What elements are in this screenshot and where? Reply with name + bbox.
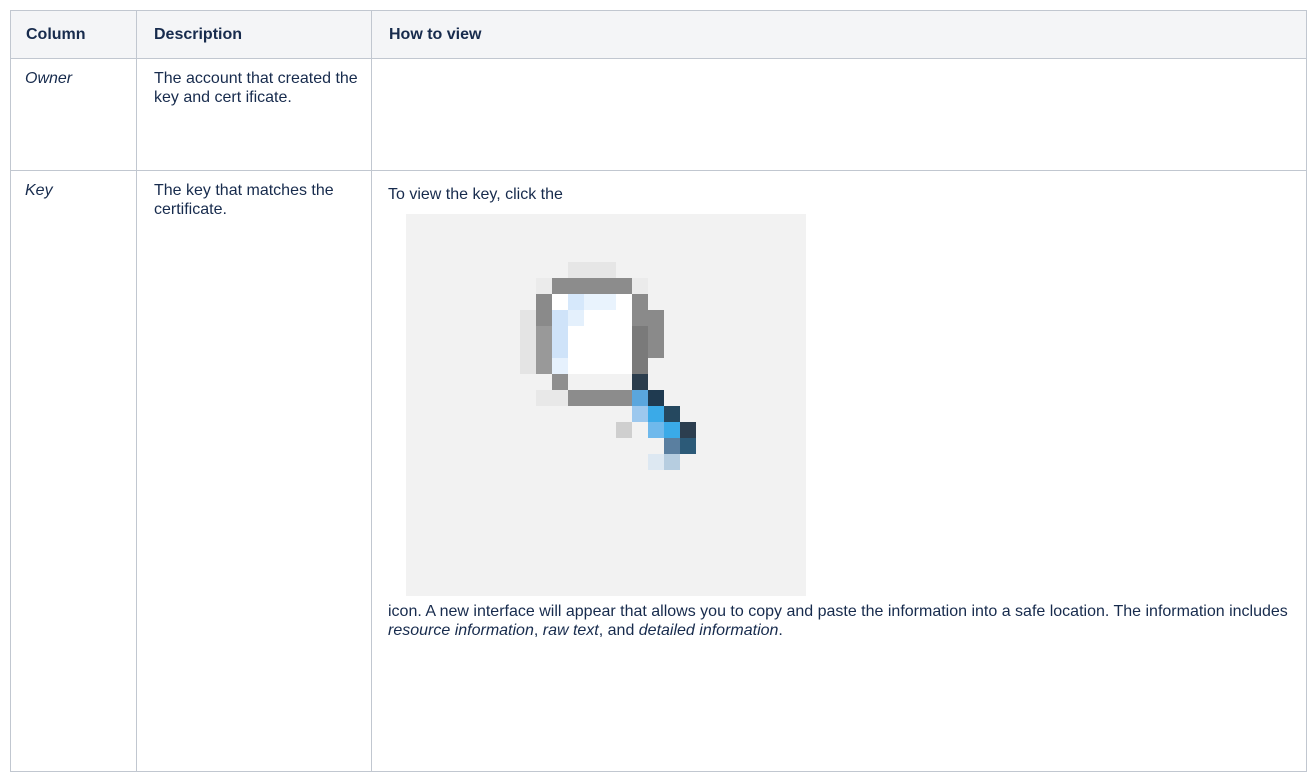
cell-column-key: Key xyxy=(10,170,137,772)
table-row-key: Key The key that matches the certificate… xyxy=(10,170,1307,772)
how-to-view-owner xyxy=(372,59,1306,78)
cell-description-owner: The account that created the key and cer… xyxy=(136,58,372,171)
column-name-owner: Owner xyxy=(25,70,73,87)
header-how-to-view: How to view xyxy=(371,10,1307,59)
separator-and: , and xyxy=(598,622,639,639)
table-row-owner: Owner The account that created the key a… xyxy=(10,58,1307,171)
explanation-text: icon. A new interface will appear that a… xyxy=(388,603,1288,620)
column-name-key: Key xyxy=(25,182,53,199)
header-description: Description xyxy=(136,10,372,59)
description-owner: The account that created the key and cer… xyxy=(154,70,358,106)
raw-text-term: raw text xyxy=(542,622,599,639)
header-column: Column xyxy=(10,10,137,59)
cell-column-owner: Owner xyxy=(10,58,137,171)
detailed-information-term: detailed information xyxy=(638,622,779,639)
how-to-view-explanation: icon. A new interface will appear that a… xyxy=(372,596,1306,640)
cell-description-key: The key that matches the certificate. xyxy=(136,170,372,772)
table-header-row: Column Description How to view xyxy=(10,10,1307,59)
description-key: The key that matches the certificate. xyxy=(154,182,334,218)
resource-information-term: resource information xyxy=(388,622,534,639)
cell-how-to-view-key: To view the key, click the icon. A new i… xyxy=(371,170,1307,772)
magnifying-glass-icon[interactable] xyxy=(406,214,806,596)
period: . xyxy=(778,622,783,639)
how-to-view-intro: To view the key, click the xyxy=(388,186,563,203)
cell-how-to-view-owner xyxy=(371,58,1307,171)
separator-comma: , xyxy=(533,622,543,639)
